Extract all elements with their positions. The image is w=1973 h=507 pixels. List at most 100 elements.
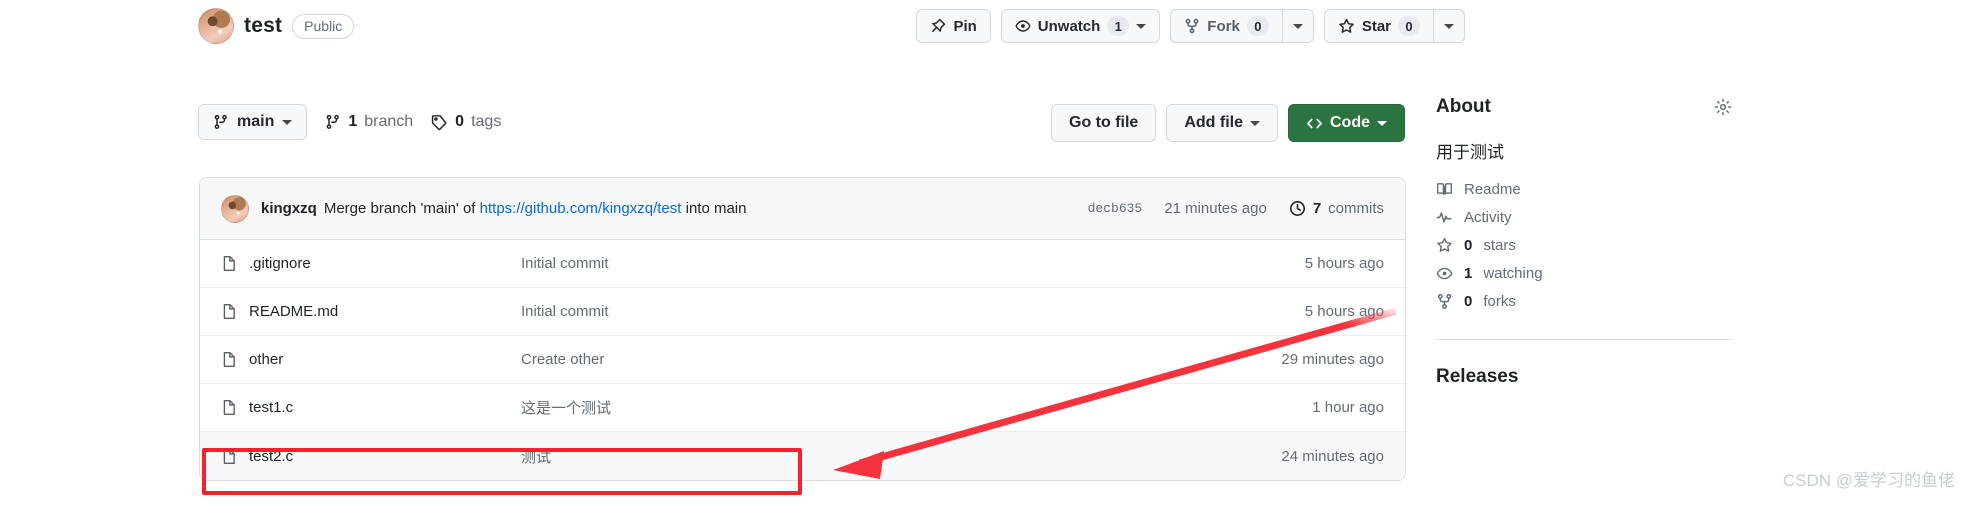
chevron-down-icon xyxy=(1250,120,1260,126)
commit-message-link[interactable]: https://github.com/kingxzq/test xyxy=(480,200,682,217)
file-time: 29 minutes ago xyxy=(1281,351,1384,368)
file-name[interactable]: test2.c xyxy=(249,448,521,465)
watching-link[interactable]: 1 watching xyxy=(1436,265,1836,282)
commit-message-suffix: into main xyxy=(681,200,747,217)
add-file-button[interactable]: Add file xyxy=(1166,104,1278,142)
file-commit-message[interactable]: 测试 xyxy=(521,446,1281,467)
chevron-down-icon xyxy=(282,119,293,125)
watching-count: 1 xyxy=(1464,265,1473,282)
commit-message: Merge branch 'main' of https://github.co… xyxy=(324,200,747,217)
file-icon xyxy=(221,351,249,368)
about-title: About xyxy=(1436,96,1491,117)
branch-controls: main 1 branch 0 tags xyxy=(198,104,501,140)
watching-label: watching xyxy=(1483,265,1543,282)
releases-title: Releases xyxy=(1436,366,1519,387)
commits-word: commits xyxy=(1328,200,1384,217)
file-actions: Go to file Add file Code xyxy=(1051,104,1405,142)
fork-label: Fork xyxy=(1207,17,1240,35)
add-file-label: Add file xyxy=(1184,114,1243,131)
forks-label: forks xyxy=(1483,293,1516,310)
divider xyxy=(1436,339,1732,340)
about-header: About xyxy=(1436,96,1836,118)
go-to-file-button[interactable]: Go to file xyxy=(1051,104,1157,142)
activity-link[interactable]: Activity xyxy=(1436,209,1836,226)
file-icon xyxy=(221,303,249,320)
commit-meta: decb635 21 minutes ago 7 commits xyxy=(1088,200,1384,217)
readme-label: Readme xyxy=(1464,181,1521,198)
history-icon xyxy=(1289,200,1306,217)
tags-count-link[interactable]: 0 tags xyxy=(431,113,501,131)
branch-word: branch xyxy=(364,113,414,130)
file-name[interactable]: README.md xyxy=(249,303,521,320)
gear-icon[interactable] xyxy=(1714,98,1732,116)
pin-icon xyxy=(930,18,946,34)
table-row[interactable]: test2.c 测试 24 minutes ago xyxy=(200,432,1405,480)
chevron-down-icon xyxy=(1377,120,1387,126)
file-commit-message[interactable]: Initial commit xyxy=(521,255,1305,272)
file-list-container: kingxzq Merge branch 'main' of https://g… xyxy=(199,177,1406,481)
commit-sha[interactable]: decb635 xyxy=(1088,201,1143,216)
code-label: Code xyxy=(1330,114,1370,131)
commit-message-prefix: Merge branch 'main' of xyxy=(323,200,480,217)
file-name[interactable]: .gitignore xyxy=(249,255,521,272)
chevron-down-icon xyxy=(1292,23,1303,29)
commit-time: 21 minutes ago xyxy=(1164,200,1267,217)
repo-header: test Public Pin Unwatch 1 Fork 0 Star 0 xyxy=(0,0,1973,60)
forks-link[interactable]: 0 forks xyxy=(1436,293,1836,310)
branch-selector-button[interactable]: main xyxy=(198,104,308,140)
file-commit-message[interactable]: Initial commit xyxy=(521,303,1305,320)
about-meta-list: Readme Activity 0 stars 1 watching 0 for… xyxy=(1436,181,1836,310)
eye-icon xyxy=(1436,265,1453,282)
fork-button[interactable]: Fork 0 xyxy=(1170,9,1282,43)
tags-count: 0 xyxy=(455,113,465,130)
branch-icon xyxy=(325,114,341,130)
code-button[interactable]: Code xyxy=(1288,104,1405,142)
chevron-down-icon[interactable] xyxy=(1136,23,1147,29)
file-icon xyxy=(221,399,249,416)
file-icon xyxy=(221,255,249,272)
readme-link[interactable]: Readme xyxy=(1436,181,1836,198)
star-dropdown-button[interactable] xyxy=(1433,9,1465,43)
pin-label: Pin xyxy=(953,17,977,35)
unwatch-button[interactable]: Unwatch 1 xyxy=(1000,9,1161,43)
fork-count: 0 xyxy=(1246,16,1269,36)
csdn-watermark: CSDN @爱学习的鱼佬 xyxy=(1782,471,1955,490)
star-count: 0 xyxy=(1398,16,1420,36)
fork-icon xyxy=(1436,293,1453,310)
fork-icon xyxy=(1184,18,1200,34)
file-commit-message[interactable]: 这是一个测试 xyxy=(521,397,1312,418)
owner-avatar[interactable] xyxy=(198,8,234,44)
star-button[interactable]: Star 0 xyxy=(1323,9,1433,43)
pin-button[interactable]: Pin xyxy=(916,9,991,43)
book-icon xyxy=(1436,181,1453,198)
pulse-icon xyxy=(1436,209,1453,226)
branch-count-link[interactable]: 1 branch xyxy=(325,113,413,131)
visibility-badge: Public xyxy=(292,13,355,39)
commit-author-avatar[interactable] xyxy=(221,194,249,223)
file-time: 5 hours ago xyxy=(1304,303,1384,320)
file-time: 5 hours ago xyxy=(1304,255,1384,272)
file-name[interactable]: test1.c xyxy=(249,399,521,416)
file-name[interactable]: other xyxy=(249,351,521,368)
unwatch-count: 1 xyxy=(1107,16,1130,36)
tag-icon xyxy=(431,114,448,131)
branch-count: 1 xyxy=(348,113,358,130)
file-time: 1 hour ago xyxy=(1312,399,1384,416)
commits-count-link[interactable]: 7 commits xyxy=(1289,200,1384,217)
fork-dropdown-button[interactable] xyxy=(1281,9,1314,43)
file-time: 24 minutes ago xyxy=(1281,447,1384,465)
file-commit-message[interactable]: Create other xyxy=(521,351,1281,368)
commits-count: 7 xyxy=(1312,200,1322,217)
code-icon xyxy=(1306,115,1323,132)
repo-name[interactable]: test xyxy=(244,14,282,38)
table-row[interactable]: .gitignore Initial commit 5 hours ago xyxy=(200,240,1405,288)
table-row[interactable]: README.md Initial commit 5 hours ago xyxy=(200,288,1405,336)
commit-author-name[interactable]: kingxzq xyxy=(261,200,317,217)
eye-icon xyxy=(1015,18,1031,34)
stars-link[interactable]: 0 stars xyxy=(1436,237,1836,254)
repo-action-buttons: Pin Unwatch 1 Fork 0 Star 0 xyxy=(916,9,1465,43)
table-row[interactable]: test1.c 这是一个测试 1 hour ago xyxy=(200,384,1405,432)
tags-word: tags xyxy=(471,113,502,130)
file-icon xyxy=(221,448,249,465)
table-row[interactable]: other Create other 29 minutes ago xyxy=(200,336,1405,384)
